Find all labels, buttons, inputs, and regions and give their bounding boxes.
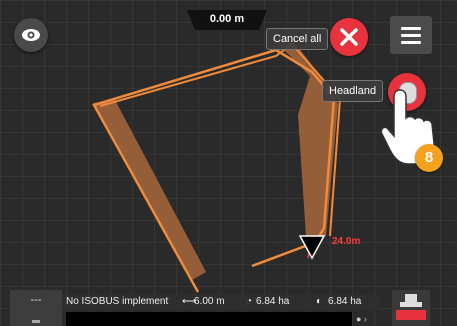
close-icon bbox=[340, 28, 358, 46]
menu-button[interactable] bbox=[390, 16, 432, 54]
status-bar: No ISOBUS implement ⟷ 6.00 m ◔ 6.84 ha ◐… bbox=[62, 294, 380, 310]
implement-panel-button[interactable] bbox=[392, 290, 430, 326]
info-strip bbox=[66, 312, 352, 326]
implement-status: No ISOBUS implement bbox=[66, 296, 169, 307]
worked-strip-left bbox=[93, 100, 206, 280]
implement-icon bbox=[400, 294, 422, 307]
eye-icon bbox=[22, 29, 40, 41]
left-panel-value: --- bbox=[30, 294, 42, 306]
cancel-all-button[interactable] bbox=[330, 18, 368, 56]
view-toggle-button[interactable] bbox=[14, 18, 48, 52]
dot-indicator-icon: ● › bbox=[356, 314, 367, 324]
left-panel-indicator bbox=[32, 320, 40, 323]
area-value-2: 6.84 ha bbox=[328, 296, 362, 307]
working-width: 6.00 m bbox=[194, 296, 225, 307]
distance-to-line-label: 24.0m bbox=[332, 236, 361, 247]
cancel-all-label: Cancel all bbox=[266, 28, 329, 50]
tutorial-step-badge: 8 bbox=[415, 144, 443, 172]
headland-label: Headland bbox=[322, 80, 384, 102]
distance-readout: 0.00 m bbox=[187, 10, 267, 30]
map-screen: 0.00 m Cancel all Headland 8 24.0m --- N… bbox=[0, 0, 457, 326]
left-panel-button[interactable]: --- bbox=[10, 290, 62, 326]
total-area-icon: ◐ bbox=[316, 296, 323, 307]
implement-status-bar bbox=[396, 310, 426, 320]
worked-strip-right bbox=[278, 42, 338, 236]
area-value-1: 6.84 ha bbox=[256, 296, 290, 307]
field-boundary bbox=[92, 48, 336, 293]
area-icon: ◔ bbox=[246, 296, 253, 307]
